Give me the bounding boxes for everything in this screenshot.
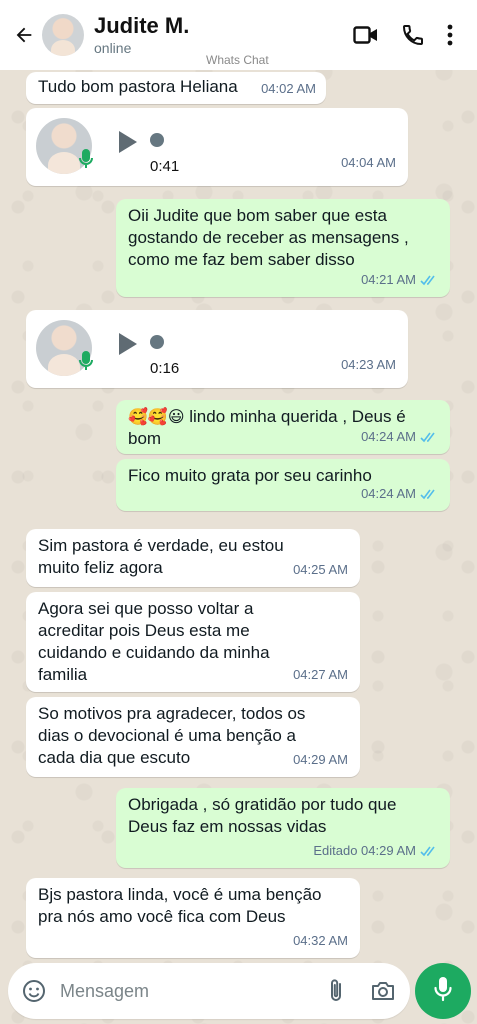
voice-message-incoming[interactable]: 0:41 04:04 AM <box>26 108 408 186</box>
message-time: 04:27 AM <box>293 667 348 682</box>
message-text: Bjs pastora linda, você é uma benção pra… <box>38 885 322 926</box>
read-ticks-icon <box>420 489 438 500</box>
message-incoming[interactable]: Sim pastora é verdade, eu estou muito fe… <box>26 529 360 587</box>
message-outgoing[interactable]: Fico muito grata por seu carinho 04:24 A… <box>116 459 450 511</box>
message-time: 04:02 AM <box>261 81 316 96</box>
message-incoming[interactable]: Agora sei que posso voltar a acreditar p… <box>26 592 360 692</box>
message-time: Editado 04:29 AM <box>313 840 438 862</box>
watermark-text: Whats Chat <box>206 53 269 67</box>
read-ticks-icon <box>420 432 438 443</box>
read-ticks-icon <box>420 846 438 857</box>
message-time: 04:04 AM <box>341 155 396 170</box>
phone-call-icon[interactable] <box>401 23 425 47</box>
playback-slider[interactable] <box>150 335 164 349</box>
message-input[interactable] <box>60 980 290 1002</box>
message-composer <box>8 963 410 1019</box>
read-ticks-icon <box>420 275 438 286</box>
contact-avatar[interactable] <box>42 14 84 56</box>
mic-icon <box>78 350 94 378</box>
message-time: 04:29 AM <box>293 752 348 767</box>
message-time: 04:23 AM <box>341 357 396 372</box>
video-call-icon[interactable] <box>353 24 379 46</box>
voice-duration: 0:16 <box>150 360 180 377</box>
message-time: 04:24 AM <box>361 483 438 505</box>
voice-record-button[interactable] <box>415 963 471 1019</box>
chat-header: Judite M. online Whats Chat <box>0 0 477 70</box>
voice-message-incoming[interactable]: 0:16 04:23 AM <box>26 310 408 388</box>
message-text: Oii Judite que bom saber que esta gostan… <box>128 206 409 269</box>
chat-area[interactable]: Tudo bom pastora Heliana 04:02 AM 0:41 0… <box>0 70 477 960</box>
contact-status: online <box>94 40 132 56</box>
message-time: 04:21 AM <box>361 269 438 291</box>
contact-info[interactable]: Judite M. online <box>94 13 189 57</box>
back-arrow-icon[interactable] <box>10 15 38 55</box>
emoji-reaction: 🥰🥰😃 <box>128 407 185 426</box>
message-text: Obrigada , só gratidão por tudo que Deus… <box>128 795 397 836</box>
play-icon[interactable] <box>118 332 138 362</box>
camera-icon[interactable] <box>370 980 396 1002</box>
attachment-icon[interactable] <box>328 978 344 1004</box>
message-outgoing[interactable]: Oii Judite que bom saber que esta gostan… <box>116 199 450 297</box>
playback-slider[interactable] <box>150 133 164 147</box>
more-options-icon[interactable] <box>447 24 453 46</box>
mic-icon <box>78 148 94 176</box>
contact-name: Judite M. <box>94 13 190 38</box>
message-time: 04:32 AM <box>293 933 348 948</box>
play-icon[interactable] <box>118 130 138 160</box>
message-outgoing[interactable]: 🥰🥰😃 lindo minha querida , Deus é bom 04:… <box>116 400 450 454</box>
message-time: 04:25 AM <box>293 562 348 577</box>
mic-icon <box>433 976 453 1007</box>
message-incoming[interactable]: Bjs pastora linda, você é uma benção pra… <box>26 878 360 958</box>
emoji-icon[interactable] <box>22 979 46 1003</box>
message-time: 04:24 AM <box>361 426 438 448</box>
message-incoming[interactable]: So motivos pra agradecer, todos os dias … <box>26 697 360 777</box>
message-outgoing[interactable]: Obrigada , só gratidão por tudo que Deus… <box>116 788 450 868</box>
message-incoming[interactable]: Tudo bom pastora Heliana 04:02 AM <box>26 72 326 104</box>
voice-duration: 0:41 <box>150 158 180 175</box>
